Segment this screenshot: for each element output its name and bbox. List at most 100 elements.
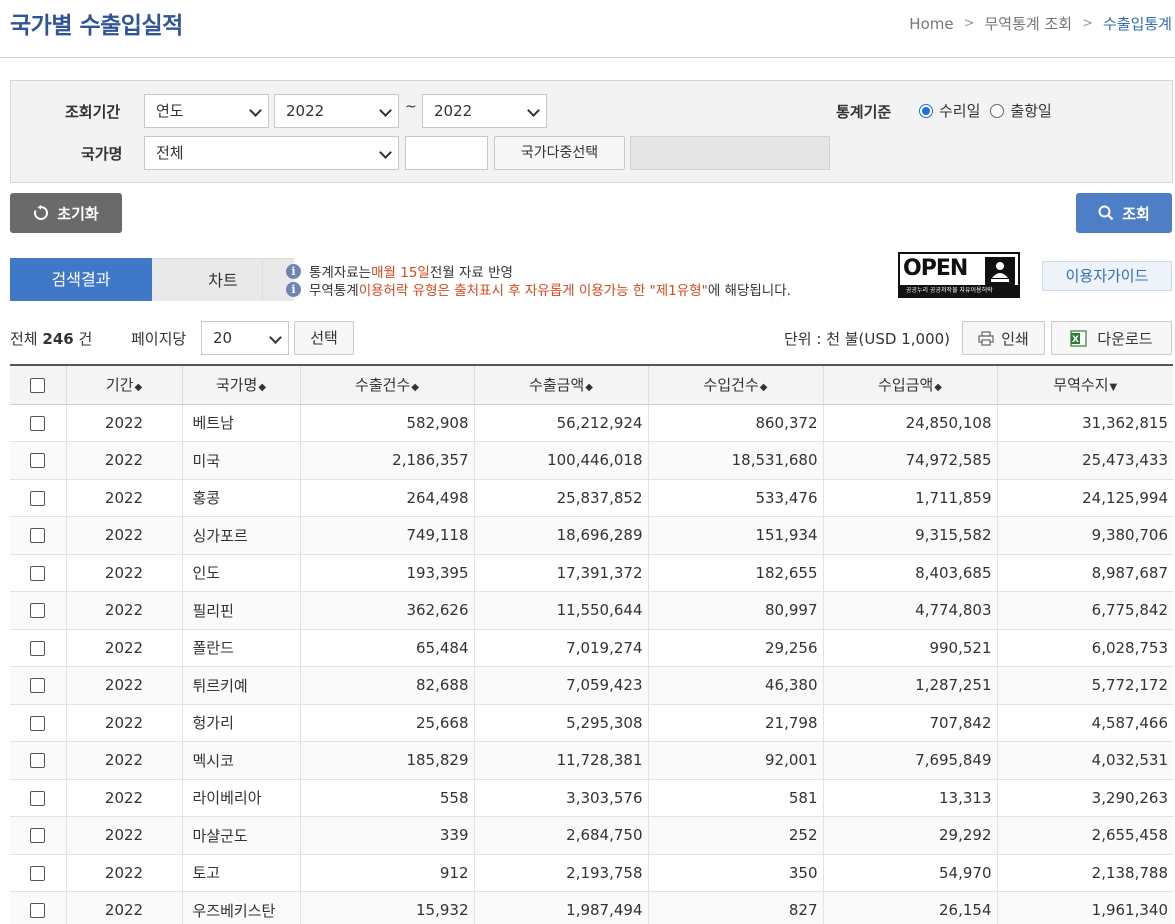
cell-trade-balance: 2,655,458: [996, 816, 1173, 855]
column-header-period[interactable]: 기간◆: [65, 364, 182, 405]
row-checkbox[interactable]: [30, 640, 46, 656]
table-row[interactable]: 2022 미국 2,186,357 100,446,018 18,531,680 74,9…: [10, 441, 1173, 480]
table-row[interactable]: 2022 싱가포르 749,118 18,696,289 151,934 9,315,58…: [10, 516, 1173, 555]
table-row[interactable]: 2022 튀르키예 82,688 7,059,423 46,380 1,287,251 5,…: [10, 666, 1173, 705]
notice-license: i 무역통계 이용허락 유형은 출처표시 후 자유롭게 이용가능 한 "제1유형…: [286, 279, 791, 299]
per-page-select-button[interactable]: 선택: [294, 321, 354, 355]
per-page-label: 페이지당: [131, 330, 187, 348]
cell-export-amount: 1,987,494: [473, 891, 648, 924]
notice-text: 통계자료는: [309, 265, 372, 281]
notice-highlight: 이용허락 유형은 출처표시 후 자유롭게 이용가능 한 "제1유형": [358, 283, 708, 299]
column-header-trade-balance[interactable]: 무역수지▼: [996, 364, 1173, 405]
breadcrumb-current[interactable]: 수출입통계: [1103, 13, 1172, 34]
cell-period: 2022: [65, 441, 182, 480]
print-button[interactable]: 인쇄: [962, 321, 1045, 355]
table-row[interactable]: 2022 폴란드 65,484 7,019,274 29,256 990,521 6,028…: [10, 629, 1173, 667]
cell-period: 2022: [65, 891, 182, 924]
cell-export-count: 2,186,357: [299, 441, 474, 480]
country-select[interactable]: 전체: [144, 136, 399, 170]
sort-icon[interactable]: ▼: [1110, 382, 1118, 393]
multi-country-select-button[interactable]: 국가다중선택: [494, 136, 625, 170]
cell-country: 인도: [181, 554, 300, 592]
cell-export-amount: 11,728,381: [473, 741, 648, 780]
row-checkbox-cell: [10, 741, 66, 780]
total-count-value: 246: [42, 330, 74, 348]
printer-icon: [978, 330, 994, 346]
country-code-input[interactable]: [405, 136, 488, 170]
row-checkbox[interactable]: [30, 565, 46, 581]
table-body: 2022 베트남 582,908 56,212,924 860,372 24,850,10…: [10, 404, 1173, 924]
row-checkbox[interactable]: [30, 865, 46, 881]
table-row[interactable]: 2022 홍콩 264,498 25,837,852 533,476 1,711,859 2…: [10, 479, 1173, 517]
row-checkbox[interactable]: [30, 715, 46, 731]
table-row[interactable]: 2022 헝가리 25,668 5,295,308 21,798 707,842 4,587…: [10, 704, 1173, 742]
sort-icon[interactable]: ◆: [585, 382, 593, 393]
sort-icon[interactable]: ◆: [134, 382, 142, 393]
sort-icon[interactable]: ◆: [760, 382, 768, 393]
row-checkbox[interactable]: [30, 678, 46, 694]
search-button[interactable]: 조회: [1076, 193, 1172, 233]
cell-import-amount: 13,313: [822, 779, 997, 817]
cell-export-count: 558: [299, 779, 474, 817]
row-checkbox[interactable]: [30, 753, 46, 769]
table-row[interactable]: 2022 마샬군도 339 2,684,750 252 29,292 2,655,458: [10, 816, 1173, 855]
svg-text:X: X: [1072, 335, 1079, 345]
user-guide-button[interactable]: 이용자가이드: [1042, 261, 1172, 291]
column-header-export-amount[interactable]: 수출금액◆: [473, 364, 648, 405]
breadcrumb-trade-stats[interactable]: 무역통계 조회: [985, 13, 1073, 34]
table-row[interactable]: 2022 필리핀 362,626 11,550,644 80,997 4,774,803 6…: [10, 591, 1173, 630]
sort-icon[interactable]: ◆: [411, 382, 419, 393]
row-checkbox[interactable]: [30, 453, 46, 469]
row-checkbox[interactable]: [30, 490, 46, 506]
row-checkbox[interactable]: [30, 828, 46, 844]
row-checkbox[interactable]: [30, 790, 46, 806]
cell-country: 베트남: [181, 404, 300, 442]
cell-export-amount: 11,550,644: [473, 591, 648, 630]
column-header-export-count[interactable]: 수출건수◆: [299, 364, 474, 405]
row-checkbox[interactable]: [30, 528, 46, 544]
cell-import-amount: 74,972,585: [822, 441, 997, 480]
cell-trade-balance: 8,987,687: [996, 554, 1173, 592]
select-all-checkbox[interactable]: [30, 377, 46, 393]
period-from-select[interactable]: 2022: [274, 94, 399, 128]
table-row[interactable]: 2022 토고 912 2,193,758 350 54,970 2,138,788: [10, 854, 1173, 892]
cell-import-amount: 7,695,849: [822, 741, 997, 780]
radio-acceptance-date-label[interactable]: 수리일: [939, 100, 980, 121]
row-checkbox[interactable]: [30, 903, 46, 919]
row-checkbox[interactable]: [30, 603, 46, 619]
table-row[interactable]: 2022 멕시코 185,829 11,728,381 92,001 7,695,849 4…: [10, 741, 1173, 780]
cell-export-count: 15,932: [299, 891, 474, 924]
cell-import-amount: 990,521: [822, 629, 997, 667]
radio-departure-date[interactable]: [990, 103, 1005, 118]
tab-chart[interactable]: 차트: [152, 258, 294, 301]
row-checkbox-cell: [10, 591, 66, 630]
breadcrumb-home[interactable]: Home: [909, 15, 953, 33]
column-header-import-count[interactable]: 수입건수◆: [647, 364, 823, 405]
column-header-import-amount[interactable]: 수입금액◆: [822, 364, 997, 405]
row-checkbox-cell: [10, 666, 66, 705]
sort-icon[interactable]: ◆: [934, 382, 942, 393]
period-type-value: 연도: [156, 102, 184, 120]
radio-departure-date-label[interactable]: 출항일: [1010, 100, 1051, 121]
period-to-select[interactable]: 2022: [422, 94, 547, 128]
table-row[interactable]: 2022 인도 193,395 17,391,372 182,655 8,403,685 8…: [10, 554, 1173, 592]
sort-icon[interactable]: ◆: [258, 382, 266, 393]
per-page-select[interactable]: 20: [201, 321, 289, 355]
cell-country: 라이베리아: [181, 779, 300, 817]
row-checkbox[interactable]: [30, 415, 46, 431]
cell-period: 2022: [65, 779, 182, 817]
tab-search-results[interactable]: 검색결과: [10, 258, 152, 301]
download-button[interactable]: X 다운로드: [1051, 321, 1172, 355]
radio-acceptance-date[interactable]: [919, 103, 933, 118]
reset-button[interactable]: 초기화: [10, 193, 122, 233]
column-header-country[interactable]: 국가명◆: [181, 364, 300, 405]
cell-import-amount: 1,711,859: [822, 479, 997, 517]
cell-export-amount: 5,295,308: [473, 704, 648, 742]
table-row[interactable]: 2022 베트남 582,908 56,212,924 860,372 24,850,10…: [10, 404, 1173, 442]
table-row[interactable]: 2022 라이베리아 558 3,303,576 581 13,313 3,290,263: [10, 779, 1173, 817]
total-prefix: 전체: [10, 330, 38, 348]
period-type-select[interactable]: 연도: [144, 94, 269, 128]
person-icon: [985, 257, 1015, 286]
table-row[interactable]: 2022 우즈베키스탄 15,932 1,987,494 827 26,154 1,961,…: [10, 891, 1173, 924]
period-label: 조회기간: [65, 103, 121, 121]
